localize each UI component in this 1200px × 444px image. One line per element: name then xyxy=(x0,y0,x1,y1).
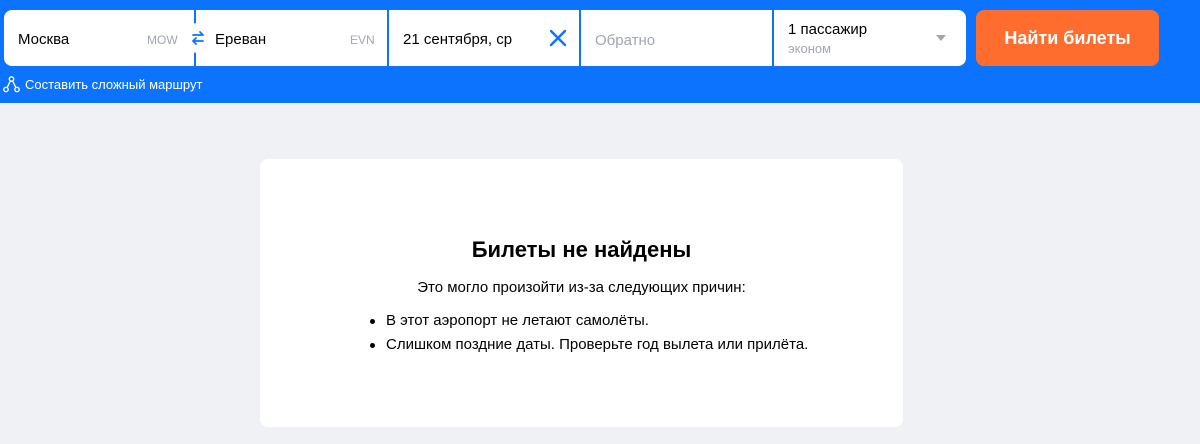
origin-field[interactable]: Москва MOW xyxy=(4,10,194,66)
reason-item: Слишком поздние даты. Проверьте год выле… xyxy=(368,333,808,357)
depart-date-value: 21 сентября, ср xyxy=(403,31,513,48)
no-results-card: Билеты не найдены Это могло произойти из… xyxy=(260,159,903,427)
origin-city: Москва xyxy=(18,31,70,48)
destination-city: Ереван xyxy=(215,31,267,48)
bullet xyxy=(370,343,375,348)
search-form: Москва MOW Ереван EVN 21 сентября, ср Об… xyxy=(4,10,966,66)
route-nodes-icon xyxy=(3,75,20,92)
reason-text: В этот аэропорт не летают самолёты. xyxy=(386,312,649,329)
return-date-field[interactable]: Обратно xyxy=(581,10,772,66)
clear-date-button[interactable] xyxy=(548,28,568,48)
close-icon xyxy=(549,29,567,47)
find-tickets-button[interactable]: Найти билеты xyxy=(976,10,1159,66)
travel-class: эконом xyxy=(788,41,832,56)
no-results-subtitle: Это могло произойти из-за следующих прич… xyxy=(417,279,746,296)
reason-text: Слишком поздние даты. Проверьте год выле… xyxy=(386,336,809,353)
reason-item: В этот аэропорт не летают самолёты. xyxy=(368,309,808,333)
destination-code: EVN xyxy=(350,33,375,47)
bullet xyxy=(370,319,375,324)
passengers-field[interactable]: 1 пассажир эконом xyxy=(774,10,966,66)
no-results-title: Билеты не найдены xyxy=(471,237,692,262)
chevron-down-icon xyxy=(936,35,946,41)
passengers-count: 1 пассажир xyxy=(788,21,868,38)
complex-route-link[interactable]: Составить сложный маршрут xyxy=(3,74,202,94)
return-date-placeholder: Обратно xyxy=(595,32,656,49)
origin-code: MOW xyxy=(147,33,178,47)
reasons-list: В этот аэропорт не летают самолёты. Слиш… xyxy=(368,309,808,357)
destination-field[interactable]: Ереван EVN xyxy=(196,10,387,66)
complex-route-label: Составить сложный маршрут xyxy=(25,76,203,92)
search-header: Москва MOW Ереван EVN 21 сентября, ср Об… xyxy=(0,0,1200,103)
